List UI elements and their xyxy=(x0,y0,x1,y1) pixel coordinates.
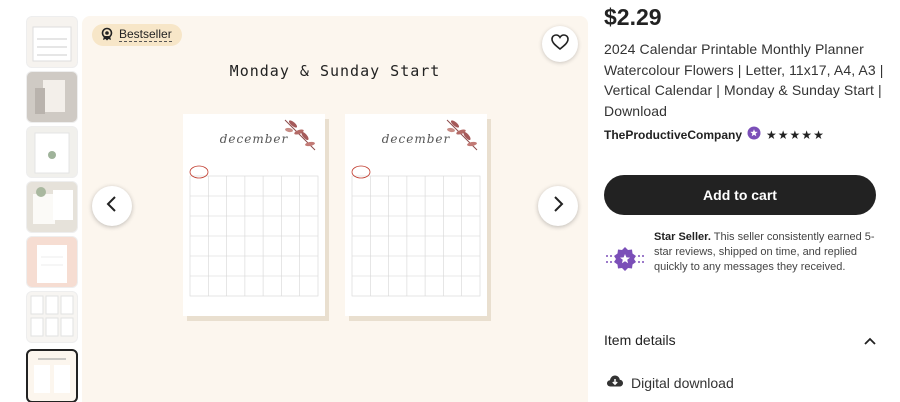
thumbnail-3[interactable] xyxy=(26,126,78,178)
cloud-download-icon xyxy=(606,374,624,391)
calendar-grid xyxy=(189,165,319,297)
chevron-left-icon xyxy=(106,195,118,217)
favorite-button[interactable] xyxy=(542,26,578,62)
calendar-page-sunday: december xyxy=(345,114,487,316)
product-image: Bestseller Monday & Sunday Start decembe… xyxy=(82,16,588,402)
add-to-cart-button[interactable]: Add to cart xyxy=(604,175,876,215)
star-seller-badge-icon xyxy=(606,246,644,277)
image-headline: Monday & Sunday Start xyxy=(229,62,441,80)
calendar-page-monday: december xyxy=(183,114,325,316)
thumbnail-2[interactable] xyxy=(26,71,78,123)
chevron-right-icon xyxy=(552,195,564,217)
thumbnail-4[interactable] xyxy=(26,181,78,233)
calendar-grid xyxy=(351,165,481,297)
item-details-toggle[interactable]: Item details xyxy=(604,332,876,348)
thumbnail-5[interactable] xyxy=(26,236,78,288)
bestseller-label: Bestseller xyxy=(119,27,172,42)
next-image-button[interactable] xyxy=(538,186,578,226)
thumbnail-7[interactable] xyxy=(26,349,78,402)
product-title: 2024 Calendar Printable Monthly Planner … xyxy=(604,41,884,119)
chevron-up-icon xyxy=(864,332,876,348)
star-seller-description: Star Seller. This seller consistently ea… xyxy=(654,230,884,276)
star-seller-icon xyxy=(747,126,761,143)
product-price: $2.29 xyxy=(604,4,662,30)
shop-name-link[interactable]: TheProductiveCompany xyxy=(604,128,742,142)
rating-stars[interactable]: ★★★★★ xyxy=(766,128,825,142)
item-details-label: Item details xyxy=(604,332,676,348)
shop-row: TheProductiveCompany ★★★★★ xyxy=(604,126,825,143)
thumbnail-6[interactable] xyxy=(26,291,78,343)
star-seller-title: Star Seller. xyxy=(654,231,711,243)
thumbnail-strip xyxy=(26,0,78,402)
leaf-decoration xyxy=(284,119,316,151)
heart-icon xyxy=(551,33,569,55)
digital-download-row: Digital download xyxy=(606,374,734,391)
thumbnail-1[interactable] xyxy=(26,16,78,68)
digital-download-label: Digital download xyxy=(631,374,734,391)
previous-image-button[interactable] xyxy=(92,186,132,226)
leaf-decoration xyxy=(446,119,478,151)
award-icon xyxy=(100,27,114,44)
bestseller-badge: Bestseller xyxy=(92,24,182,46)
